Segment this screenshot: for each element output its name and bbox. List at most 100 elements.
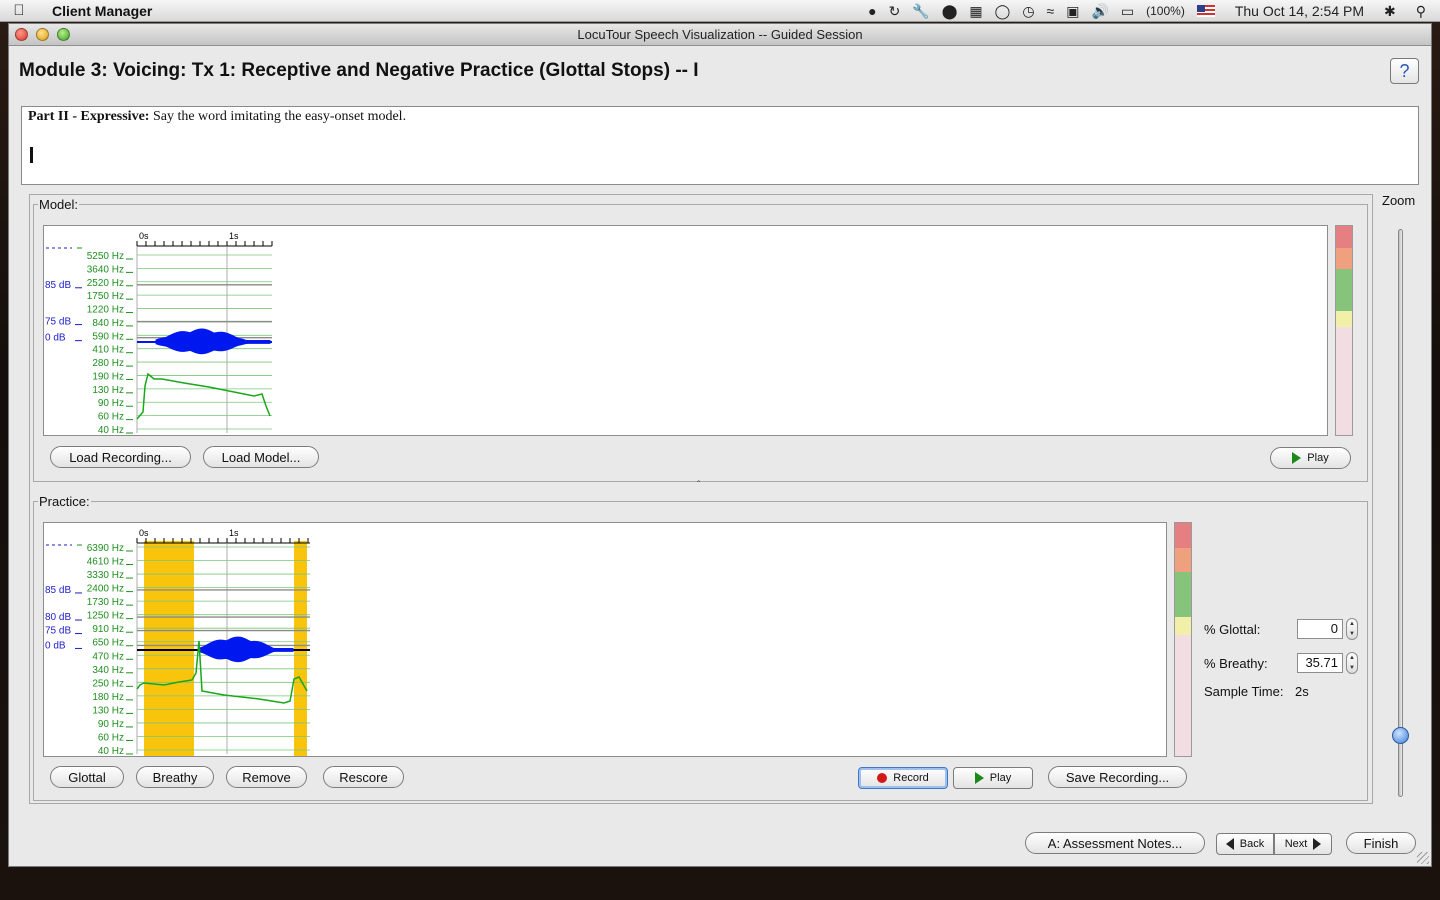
time-tick-label: 1s <box>229 231 239 241</box>
db-tick-label: 0 dB <box>45 333 66 344</box>
pct-glottal-label: % Glottal: <box>1204 622 1261 637</box>
freq-tick-label: 410 Hz <box>92 345 124 356</box>
instruction-text: Say the word imitating the easy-onset mo… <box>149 109 407 124</box>
save-recording-button[interactable]: Save Recording... <box>1048 766 1187 788</box>
status-area: ● ↻ 🔧 ⬤ ▦ ◯ ◷ ≈ ▣ 🔊 ▭ (100%) Thu Oct 14,… <box>862 0 1440 22</box>
finish-button[interactable]: Finish <box>1346 832 1416 854</box>
close-button[interactable] <box>15 28 28 41</box>
play-icon <box>974 772 984 784</box>
rescore-button[interactable]: Rescore <box>323 766 404 788</box>
help-button[interactable]: ? <box>1390 58 1419 84</box>
time-machine-icon[interactable]: ◷ <box>1016 0 1040 22</box>
bluetooth-icon[interactable]: ✱ <box>1378 0 1402 22</box>
db-tick-label: 75 dB <box>45 626 71 637</box>
freq-tick-label: 130 Hz <box>92 705 124 716</box>
minimize-button[interactable] <box>36 28 49 41</box>
instruction-box[interactable]: Part II - Expressive: Say the word imita… <box>21 106 1419 185</box>
db-tick-label: 80 dB <box>45 612 71 623</box>
text-cursor <box>30 147 33 163</box>
freq-tick-label: 4610 Hz <box>87 557 124 568</box>
pct-breathy-field[interactable]: 35.71 <box>1297 653 1343 673</box>
waveform <box>198 636 294 663</box>
play-icon <box>1292 452 1302 464</box>
practice-spectrogram: 0s 1s 6390 Hz 4610 Hz 3330 Hz 2400 Hz 1730 Hz 1… <box>45 528 310 757</box>
app-name[interactable]: Client Manager <box>52 3 152 19</box>
back-button[interactable]: Back <box>1216 833 1274 855</box>
freq-tick-label: 840 Hz <box>92 318 124 329</box>
sample-time-value: 2s <box>1295 684 1309 699</box>
time-tick-label: 0s <box>139 231 149 241</box>
freq-tick-label: 60 Hz <box>98 732 124 743</box>
title-bar[interactable]: LocuTour Speech Visualization -- Guided … <box>9 24 1431 46</box>
window-title: LocuTour Speech Visualization -- Guided … <box>577 27 863 42</box>
freq-tick-label: 470 Hz <box>92 651 124 662</box>
sample-time-label: Sample Time: <box>1204 684 1284 699</box>
freq-tick-label: 650 Hz <box>92 638 124 649</box>
glottal-button[interactable]: Glottal <box>50 766 124 788</box>
practice-plot[interactable]: 0s 1s 6390 Hz 4610 Hz 3330 Hz 2400 Hz 1730 Hz 1… <box>43 522 1167 757</box>
menu-bar:  Client Manager ● ↻ 🔧 ⬤ ▦ ◯ ◷ ≈ ▣ 🔊 ▭ (… <box>0 0 1440 22</box>
datetime[interactable]: Thu Oct 14, 2:54 PM <box>1221 0 1378 22</box>
zoom-button[interactable] <box>57 28 70 41</box>
back-arrow-icon <box>1225 838 1234 850</box>
freq-tick-label: 40 Hz <box>98 746 124 757</box>
next-arrow-icon <box>1313 838 1322 850</box>
sync-icon[interactable]: ↻ <box>883 0 907 22</box>
display-icon[interactable]: ▣ <box>1060 0 1085 22</box>
wifi-icon[interactable]: ≈ <box>1041 0 1061 22</box>
accessibility-icon[interactable]: ◯ <box>989 0 1017 22</box>
load-recording-button[interactable]: Load Recording... <box>50 446 191 468</box>
load-model-button[interactable]: Load Model... <box>203 446 319 468</box>
freq-tick-label: 190 Hz <box>92 371 124 382</box>
battery-icon[interactable]: ▭ <box>1115 0 1140 22</box>
freq-tick-label: 1250 Hz <box>87 611 124 622</box>
resize-grip-icon[interactable] <box>1417 852 1429 864</box>
split-grip-icon[interactable]: ˆ <box>697 480 700 491</box>
model-play-button[interactable]: Play <box>1270 447 1351 469</box>
waveform <box>155 328 271 355</box>
freq-tick-label: 3330 Hz <box>87 570 124 581</box>
instruction-title: Part II - Expressive: <box>28 109 150 124</box>
pct-glottal-stepper[interactable]: ▲ ▼ <box>1346 618 1358 640</box>
apple-icon[interactable]:  <box>0 2 38 19</box>
freq-tick-label: 1750 Hz <box>87 291 124 302</box>
assessment-notes-button[interactable]: A: Assessment Notes... <box>1025 832 1205 854</box>
page-title: Module 3: Voicing: Tx 1: Receptive and N… <box>19 60 699 81</box>
model-plot[interactable]: 0s 1s 5250 Hz 3640 Hz 2520 Hz 1750 Hz 1220 Hz 8… <box>43 225 1328 436</box>
db-tick-label: 85 dB <box>45 280 71 291</box>
freq-tick-label: 1730 Hz <box>87 597 124 608</box>
zoom-slider[interactable] <box>1398 229 1403 797</box>
model-legend: Model: <box>39 197 79 212</box>
time-tick-label: 0s <box>139 528 149 538</box>
freq-tick-label: 90 Hz <box>98 398 124 409</box>
zoom-label: Zoom <box>1382 193 1416 208</box>
db-tick-label: 0 dB <box>45 640 66 651</box>
freq-tick-label: 910 Hz <box>92 624 124 635</box>
zoom-slider-knob[interactable] <box>1392 727 1409 744</box>
record-button[interactable]: Record <box>858 767 948 789</box>
flag-icon[interactable] <box>1191 0 1221 22</box>
next-button[interactable]: Next <box>1274 833 1332 855</box>
freq-tick-label: 2520 Hz <box>87 278 124 289</box>
evernote-icon[interactable]: ● <box>862 0 882 22</box>
main-window: LocuTour Speech Visualization -- Guided … <box>8 23 1432 867</box>
pitch-contour <box>136 372 271 420</box>
freq-tick-label: 6390 Hz <box>87 543 124 554</box>
freq-tick-label: 130 Hz <box>92 385 124 396</box>
pct-breathy-stepper[interactable]: ▲ ▼ <box>1346 652 1358 674</box>
freq-tick-label: 3640 Hz <box>87 264 124 275</box>
breathy-button[interactable]: Breathy <box>136 766 214 788</box>
remove-button[interactable]: Remove <box>226 766 307 788</box>
pct-glottal-field[interactable]: 0 <box>1297 619 1343 639</box>
model-level-meter <box>1335 225 1353 436</box>
volume-icon[interactable]: 🔊 <box>1085 0 1114 22</box>
freq-tick-label: 90 Hz <box>98 719 124 730</box>
practice-play-button[interactable]: Play <box>953 767 1033 789</box>
practice-level-meter <box>1174 522 1192 757</box>
record-status-icon[interactable]: ⬤ <box>936 0 964 22</box>
record-icon <box>877 773 888 783</box>
wrench-icon[interactable]: 🔧 <box>906 0 935 22</box>
freq-tick-label: 590 Hz <box>92 331 124 342</box>
spotlight-search-icon[interactable]: ⚲ <box>1402 0 1440 22</box>
grid-icon[interactable]: ▦ <box>963 0 988 22</box>
